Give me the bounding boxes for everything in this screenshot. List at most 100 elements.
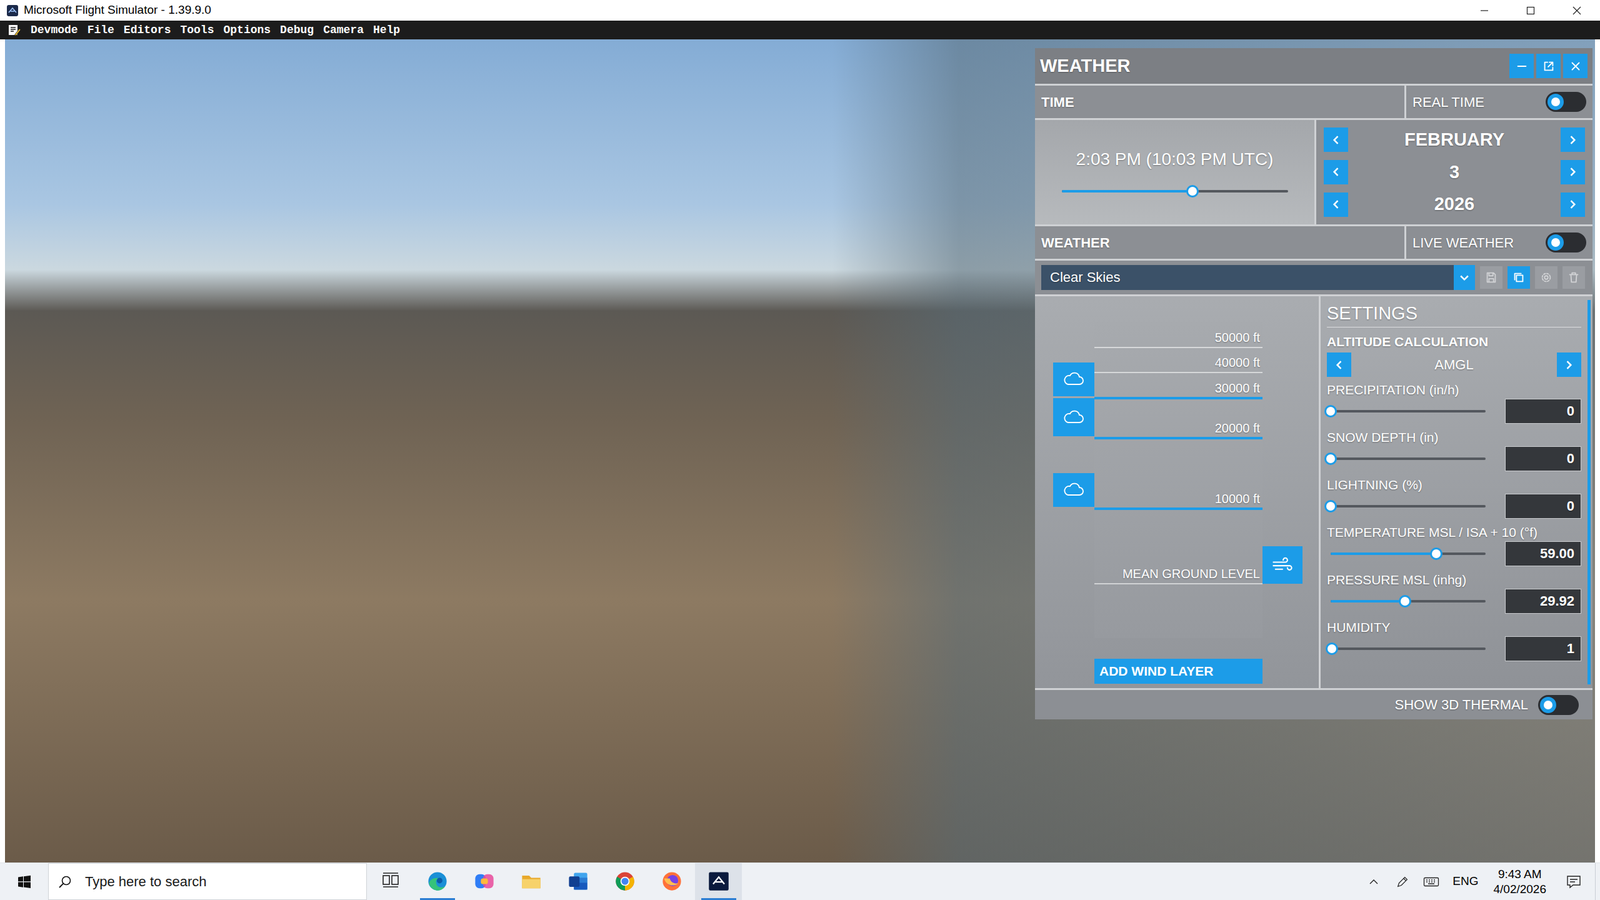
copilot-icon	[473, 870, 496, 893]
previous-button[interactable]	[1323, 127, 1349, 152]
next-button[interactable]	[1560, 192, 1585, 217]
setting-value[interactable]: 0	[1505, 398, 1582, 424]
search-box[interactable]	[48, 863, 367, 900]
cloud-layer[interactable]	[1053, 398, 1095, 437]
next-button[interactable]	[1560, 127, 1585, 152]
flight-simulator-button[interactable]	[695, 863, 742, 900]
language-indicator[interactable]: ENG	[1447, 872, 1484, 891]
menu-item[interactable]: File	[87, 21, 115, 39]
cloud-layer[interactable]	[1053, 473, 1095, 507]
edge-button[interactable]	[413, 863, 461, 900]
menu-item[interactable]: Camera	[323, 21, 364, 39]
setting-slider[interactable]	[1330, 641, 1486, 657]
slider-thumb[interactable]	[1324, 452, 1337, 465]
date-picker: FEBRUARY32026	[1316, 120, 1593, 225]
delete-button[interactable]	[1562, 266, 1585, 289]
add-wind-layer-button[interactable]: ADD WIND LAYER	[1094, 658, 1263, 684]
chevron-up-icon	[1367, 875, 1380, 889]
menu-item[interactable]: Debug	[280, 21, 314, 39]
toggle-cell: REAL TIME	[1406, 85, 1593, 119]
cloud-icon	[1062, 482, 1085, 498]
show-desktop-button[interactable]	[1595, 863, 1600, 900]
copilot-button[interactable]	[460, 863, 508, 900]
close-button[interactable]	[1553, 0, 1600, 21]
chevron-right-icon	[1562, 358, 1575, 372]
time-slider[interactable]	[1061, 183, 1289, 199]
date-value: 3	[1449, 158, 1460, 187]
previous-button[interactable]	[1326, 352, 1352, 377]
slider-thumb[interactable]	[1186, 185, 1199, 198]
slider-thumb[interactable]	[1398, 595, 1412, 608]
start-button[interactable]	[0, 863, 49, 900]
firefox-button[interactable]	[648, 863, 695, 900]
slider-thumb[interactable]	[1324, 405, 1337, 418]
cloud-layer[interactable]	[1053, 362, 1095, 397]
setting-slider[interactable]	[1330, 498, 1486, 514]
setting-slider[interactable]	[1330, 451, 1486, 467]
slider-fill	[1061, 190, 1194, 193]
word-button[interactable]	[554, 863, 602, 900]
tray-clock[interactable]: 9:43 AM4/02/2026	[1486, 866, 1553, 897]
maximize-button[interactable]	[1507, 0, 1554, 21]
menu-item[interactable]: Options	[223, 21, 271, 39]
altitude-chart[interactable]: 50000 ft40000 ft30000 ft20000 ft10000 ft…	[1035, 321, 1319, 639]
show-hidden-icons-button[interactable]	[1361, 863, 1387, 900]
setting-row: HUMIDITY1	[1326, 619, 1582, 662]
preset-dropdown[interactable]: Clear Skies	[1041, 265, 1475, 290]
task-view-button[interactable]	[366, 863, 414, 900]
slider-thumb[interactable]	[1324, 500, 1337, 513]
touch-keyboard-button[interactable]	[1418, 863, 1444, 900]
explorer-button[interactable]	[507, 863, 555, 900]
search-input[interactable]	[83, 870, 358, 893]
setting-value[interactable]: 29.92	[1505, 588, 1582, 614]
real-time-toggle[interactable]	[1545, 91, 1587, 112]
menu-item[interactable]: Help	[373, 21, 400, 39]
setting-slider[interactable]	[1330, 593, 1486, 609]
next-button[interactable]	[1556, 352, 1582, 377]
cloud-base-line	[1094, 396, 1263, 400]
menu-item[interactable]: Devmode	[30, 21, 79, 39]
menu-item[interactable]: Editors	[123, 21, 172, 39]
slider-thumb[interactable]	[1430, 547, 1443, 560]
setting-value[interactable]: 1	[1505, 636, 1582, 662]
setting-row: LIGHTNING (%)0	[1326, 476, 1582, 520]
toggle-label: LIVE WEATHER	[1412, 232, 1514, 254]
chrome-button[interactable]	[601, 863, 649, 900]
settings-button[interactable]	[1535, 266, 1558, 289]
chevron-left-icon	[1330, 198, 1343, 211]
next-button[interactable]	[1560, 160, 1585, 185]
wind-layer[interactable]	[1262, 546, 1303, 584]
setting-slider[interactable]	[1330, 403, 1486, 419]
panel-close-button[interactable]	[1563, 53, 1588, 79]
setting-value[interactable]: 0	[1505, 446, 1582, 472]
pen-menu-button[interactable]	[1390, 863, 1415, 900]
dropdown-button[interactable]	[1453, 265, 1475, 290]
date-row: 2026	[1323, 190, 1585, 219]
settings-content: SETTINGSALTITUDE CALCULATIONAMGLPRECIPIT…	[1320, 296, 1588, 689]
slider-thumb[interactable]	[1325, 642, 1339, 655]
game-viewport[interactable]: WEATHERTIMEREAL TIME2:03 PM (10:03 PM UT…	[5, 39, 1595, 863]
clock-time: 9:43 AM	[1493, 866, 1547, 882]
notifications-button[interactable]	[1556, 863, 1592, 900]
previous-button[interactable]	[1323, 192, 1349, 217]
previous-button[interactable]	[1323, 160, 1349, 185]
setting-value[interactable]: 0	[1505, 493, 1582, 519]
minimize-button[interactable]	[1461, 0, 1508, 21]
setting-value[interactable]: 59.00	[1505, 541, 1582, 567]
live-weather-toggle[interactable]	[1545, 232, 1587, 253]
altitude-graph: 50000 ft40000 ft30000 ft20000 ft10000 ft…	[1035, 296, 1319, 689]
show-3d-thermal-toggle[interactable]	[1538, 695, 1579, 715]
altitude-calculation-selector: AMGL	[1326, 352, 1582, 377]
panel-minimize-button[interactable]	[1509, 53, 1534, 79]
panel-popout-button[interactable]	[1536, 53, 1561, 79]
setting-label: PRESSURE MSL (inhg)	[1326, 571, 1582, 589]
scrollbar[interactable]	[1587, 300, 1591, 685]
altitude-calculation-label: ALTITUDE CALCULATION	[1326, 333, 1582, 350]
copy-button[interactable]	[1507, 266, 1530, 289]
setting-slider[interactable]	[1330, 546, 1486, 562]
section-label: WEATHER	[1041, 232, 1110, 254]
panel-header[interactable]: WEATHER	[1035, 48, 1593, 84]
menu-item[interactable]: Tools	[180, 21, 214, 39]
save-button[interactable]	[1480, 266, 1503, 289]
running-indicator	[560, 898, 596, 900]
